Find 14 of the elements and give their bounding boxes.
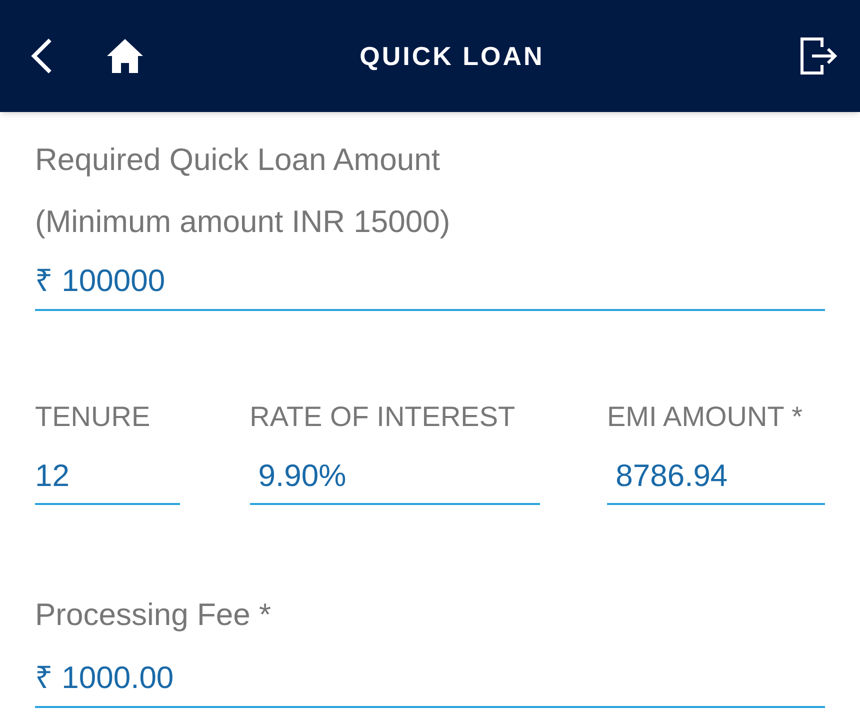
input-field[interactable]: 12	[35, 452, 180, 505]
input-field[interactable]: 8786.94	[607, 452, 825, 505]
page-title: QUICK LOAN	[358, 40, 546, 72]
logout-icon[interactable]	[800, 37, 838, 75]
field-hint: (Minimum amount INR 15000)	[35, 203, 452, 241]
input-field[interactable]: ₹ 100000	[35, 258, 825, 310]
field-label: TENURE	[35, 400, 152, 434]
field-label: EMI AMOUNT *	[607, 400, 804, 434]
field-label: RATE OF INTEREST	[250, 400, 516, 434]
home-icon[interactable]	[106, 38, 144, 74]
field-label: Processing Fee *	[35, 596, 272, 634]
field-label: Required Quick Loan Amount	[35, 141, 441, 179]
input-field[interactable]: ₹ 1000.00	[35, 655, 825, 708]
input-field[interactable]: 9.90%	[250, 452, 540, 505]
